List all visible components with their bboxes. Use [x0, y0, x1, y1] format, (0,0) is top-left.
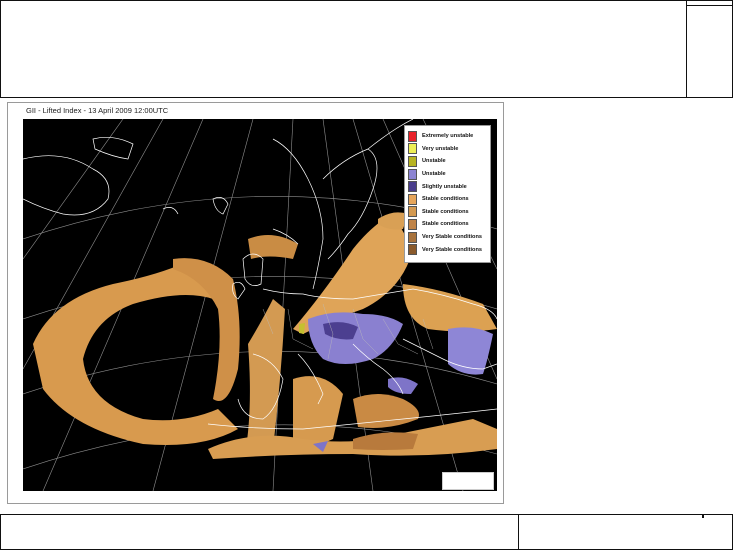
legend-label: Very unstable [422, 145, 459, 152]
legend-label: Slightly unstable [422, 183, 467, 190]
lifted-index-map: Extremely unstable Very unstable Unstabl… [23, 119, 497, 491]
legend-item: Very unstable [408, 143, 487, 156]
map-figure: GII - Lifted Index - 13 April 2009 12:00… [7, 102, 504, 504]
legend-label: Extremely unstable [422, 133, 474, 140]
legend-item: Slightly unstable [408, 180, 487, 193]
legend-item: Unstable [408, 155, 487, 168]
legend-swatch [408, 143, 417, 155]
scale-box [442, 472, 494, 490]
legend-item: Stable conditions [408, 206, 487, 219]
header-panel [0, 0, 687, 98]
legend-swatch [408, 231, 417, 243]
footer-side-panel [518, 514, 733, 550]
legend-swatch [408, 218, 417, 230]
legend-swatch [408, 244, 417, 256]
legend-label: Stable conditions [422, 208, 469, 215]
legend-label: Unstable [422, 171, 446, 178]
legend-swatch [408, 130, 417, 142]
figure-title: GII - Lifted Index - 13 April 2009 12:00… [26, 106, 169, 115]
legend-item: Extremely unstable [408, 130, 487, 143]
legend-swatch [408, 155, 417, 167]
legend-swatch [408, 181, 417, 193]
legend-swatch [408, 206, 417, 218]
legend-item: Very Stable conditions [408, 231, 487, 244]
legend-label: Stable conditions [422, 196, 469, 203]
legend-swatch [408, 168, 417, 180]
legend-label: Unstable [422, 158, 446, 165]
legend: Extremely unstable Very unstable Unstabl… [404, 125, 491, 263]
legend-label: Stable conditions [422, 221, 469, 228]
footer-panel [0, 514, 519, 550]
legend-label: Very Stable conditions [422, 234, 482, 241]
legend-item: Stable conditions [408, 218, 487, 231]
legend-item: Unstable [408, 168, 487, 181]
legend-item: Very Stable conditions [408, 243, 487, 256]
legend-item: Stable conditions [408, 193, 487, 206]
legend-swatch [408, 193, 417, 205]
legend-label: Very Stable conditions [422, 246, 482, 253]
header-side-panel [686, 0, 733, 98]
